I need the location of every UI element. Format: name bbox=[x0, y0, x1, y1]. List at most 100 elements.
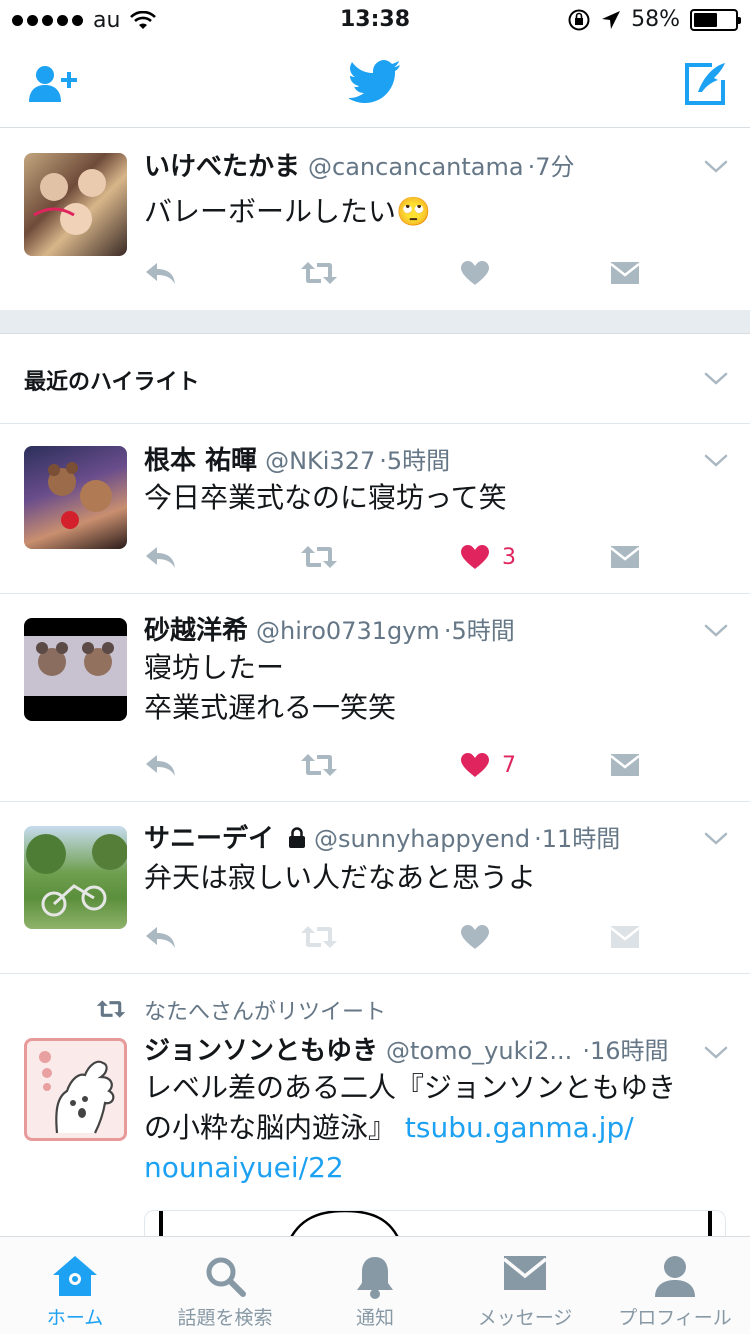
tweet-cell[interactable]: いけべたかま @cancancantama ·7分 バレーボールしたい🙄 bbox=[0, 128, 750, 310]
direct-message-icon[interactable] bbox=[610, 261, 640, 285]
twitter-bird-icon[interactable] bbox=[349, 60, 401, 104]
battery-icon bbox=[690, 8, 741, 31]
tab-label: 話題を検索 bbox=[177, 1307, 273, 1329]
tweet-cell[interactable]: サニーデイ @sunnyhappyend ·11時間 弁天は寂しい人だなあと思うよ bbox=[0, 802, 750, 974]
reply-icon[interactable] bbox=[144, 260, 178, 286]
chevron-down-icon[interactable] bbox=[704, 832, 728, 846]
status-bar: au 13:38 58% bbox=[0, 0, 750, 40]
tweet-text-line: の小粋な脳内遊泳』 tsubu.ganma.jp/ bbox=[144, 1108, 720, 1148]
avatar[interactable] bbox=[24, 1038, 127, 1141]
like-icon[interactable] bbox=[460, 924, 490, 950]
tweet-text-line: 寝坊したー bbox=[144, 651, 285, 684]
direct-message-icon[interactable] bbox=[610, 753, 640, 777]
tweet-link-continued[interactable]: nounaiyuei/22 bbox=[144, 1148, 720, 1188]
add-user-icon[interactable] bbox=[28, 64, 78, 104]
tab-messages[interactable]: メッセージ bbox=[450, 1237, 600, 1334]
reply-icon[interactable] bbox=[144, 752, 178, 778]
tweet-header: 根本 祐暉 @NKi327·5時間 bbox=[144, 446, 690, 476]
user-handle[interactable]: @tomo_yuki2... bbox=[386, 1037, 572, 1065]
user-handle[interactable]: @hiro0731gym bbox=[256, 617, 440, 645]
direct-message-icon[interactable] bbox=[610, 545, 640, 569]
chevron-down-icon[interactable] bbox=[704, 1046, 728, 1060]
retweeted-by-label[interactable]: なたへさんがリツイート bbox=[144, 994, 386, 1026]
rotation-lock-icon bbox=[568, 9, 590, 30]
tweet-link[interactable]: tsubu.ganma.jp/ bbox=[405, 1111, 634, 1144]
chevron-down-icon[interactable] bbox=[704, 160, 728, 174]
like-count: 3 bbox=[502, 544, 516, 570]
retweet-disabled-icon bbox=[300, 924, 338, 950]
retweet-icon[interactable] bbox=[300, 260, 338, 286]
tweet-text: レベル差のある二人『ジョンソンともゆき の小粋な脳内遊泳』 tsubu.ganm… bbox=[144, 1068, 720, 1188]
heart-filled-icon bbox=[460, 752, 490, 778]
tweet-actions bbox=[144, 920, 664, 954]
tab-bar: ホーム 話題を検索 通知 メッセージ プロフィール bbox=[0, 1236, 750, 1334]
avatar[interactable] bbox=[24, 153, 127, 256]
avatar[interactable] bbox=[24, 826, 127, 929]
tweet-text-fragment: の小粋な脳内遊泳』 bbox=[144, 1111, 397, 1144]
tweet-text: 今日卒業式なのに寝坊って笑 bbox=[144, 481, 507, 514]
navigation-bar bbox=[0, 40, 750, 128]
user-name[interactable]: 根本 祐暉 bbox=[144, 446, 257, 476]
compose-icon[interactable] bbox=[684, 62, 728, 106]
tab-label: 通知 bbox=[355, 1307, 394, 1329]
chevron-down-icon[interactable] bbox=[704, 624, 728, 638]
user-name[interactable]: ジョンソンともゆき bbox=[144, 1036, 378, 1066]
user-handle[interactable]: @sunnyhappyend bbox=[314, 825, 530, 853]
tweet-actions: 7 bbox=[144, 748, 664, 782]
like-button[interactable]: 3 bbox=[460, 540, 516, 574]
user-name[interactable]: サニーデイ bbox=[144, 824, 274, 854]
tweet-actions: 3 bbox=[144, 540, 664, 574]
lock-icon bbox=[288, 827, 305, 848]
tweet-text: バレーボールしたい🙄 bbox=[144, 195, 431, 228]
user-handle[interactable]: @NKi327 bbox=[265, 447, 375, 475]
retweet-icon[interactable] bbox=[300, 752, 338, 778]
tweet-time: ·16時間 bbox=[582, 1037, 669, 1065]
section-divider bbox=[0, 310, 750, 334]
battery-percent: 58% bbox=[631, 7, 680, 32]
direct-message-disabled-icon bbox=[610, 925, 640, 949]
user-name[interactable]: いけべたかま bbox=[144, 152, 300, 182]
reply-icon[interactable] bbox=[144, 924, 178, 950]
bell-icon bbox=[357, 1257, 393, 1299]
highlights-header[interactable]: 最近のハイライト bbox=[0, 334, 750, 424]
tweet-header: ジョンソンともゆき @tomo_yuki2... ·16時間 bbox=[144, 1036, 690, 1066]
tweet-text-line: レベル差のある二人『ジョンソンともゆき bbox=[144, 1071, 677, 1104]
tweet-text-line: 卒業式遅れる一笑笑 bbox=[144, 691, 397, 724]
search-icon bbox=[206, 1257, 246, 1297]
like-button[interactable]: 7 bbox=[460, 748, 516, 782]
retweet-icon bbox=[96, 1000, 126, 1018]
tweet-cell[interactable]: なたへさんがリツイート ジョンソンともゆき @tomo_yuki2... ·16時間… bbox=[0, 974, 750, 1236]
tweet-header: 砂越洋希 @hiro0731gym ·5時間 bbox=[144, 616, 690, 646]
tweet-header: いけべたかま @cancancantama ·7分 bbox=[144, 152, 690, 182]
avatar[interactable] bbox=[24, 446, 127, 549]
tab-label: プロフィール bbox=[618, 1307, 732, 1329]
tab-label: ホーム bbox=[46, 1307, 104, 1329]
user-name[interactable]: 砂越洋希 bbox=[144, 616, 248, 646]
like-icon[interactable] bbox=[460, 260, 490, 286]
tab-profile[interactable]: プロフィール bbox=[600, 1237, 750, 1334]
chevron-down-icon[interactable] bbox=[704, 372, 728, 386]
tab-label: メッセージ bbox=[477, 1307, 573, 1329]
retweet-icon[interactable] bbox=[300, 544, 338, 570]
avatar[interactable] bbox=[24, 618, 127, 721]
tab-search[interactable]: 話題を検索 bbox=[150, 1237, 300, 1334]
tweet-time: ·7分 bbox=[527, 153, 575, 181]
reply-icon[interactable] bbox=[144, 544, 178, 570]
person-icon bbox=[655, 1256, 695, 1297]
tab-home[interactable]: ホーム bbox=[0, 1237, 150, 1334]
home-icon bbox=[53, 1256, 97, 1296]
heart-filled-icon bbox=[460, 544, 490, 570]
tweet-time: ·5時間 bbox=[379, 447, 451, 475]
tweet-cell[interactable]: 砂越洋希 @hiro0731gym ·5時間 寝坊したー 卒業式遅れる一笑笑 7 bbox=[0, 594, 750, 802]
tweet-time: ·5時間 bbox=[443, 617, 515, 645]
like-count: 7 bbox=[502, 752, 516, 778]
tweet-time: ·11時間 bbox=[534, 825, 621, 853]
tweet-actions bbox=[144, 256, 664, 290]
tab-notifications[interactable]: 通知 bbox=[300, 1237, 450, 1334]
location-icon bbox=[602, 10, 621, 29]
tweet-cell[interactable]: 根本 祐暉 @NKi327·5時間 今日卒業式なのに寝坊って笑 3 bbox=[0, 424, 750, 594]
envelope-icon bbox=[503, 1256, 547, 1290]
user-handle[interactable]: @cancancantama bbox=[308, 153, 524, 181]
chevron-down-icon[interactable] bbox=[704, 454, 728, 468]
tweet-text: 弁天は寂しい人だなあと思うよ bbox=[144, 861, 537, 894]
